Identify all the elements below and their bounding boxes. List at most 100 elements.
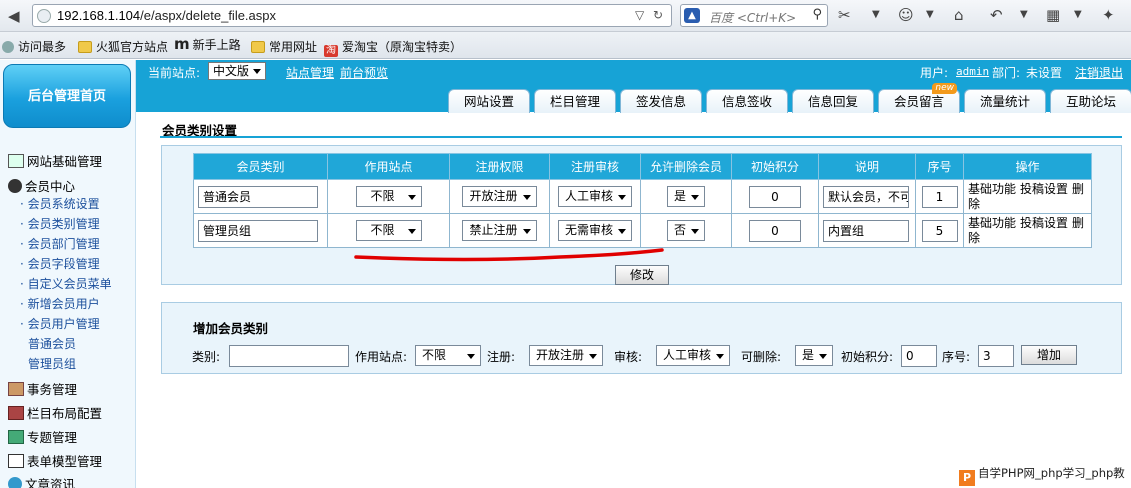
sidebar: 后台管理首页: [0, 60, 136, 488]
reload-icon[interactable]: ↻: [653, 8, 663, 22]
address-bar[interactable]: 192.168.1.104/e/aspx/delete_file.aspx ▽ …: [32, 4, 672, 27]
initial-points-input[interactable]: 0: [749, 219, 801, 242]
tab-member-messages[interactable]: 会员留言 new: [878, 83, 960, 113]
php-logo-icon: P: [959, 470, 975, 486]
gear-icon: [2, 41, 14, 53]
type-name-input[interactable]: 普通会员: [198, 185, 318, 208]
bookmark-aitaobao[interactable]: 淘爱淘宝（原淘宝特卖）: [324, 38, 462, 57]
extension-icon[interactable]: ✦: [1102, 6, 1115, 24]
preview-link[interactable]: 前台预览: [340, 64, 388, 81]
admin-home-button[interactable]: 后台管理首页: [3, 64, 131, 128]
sidebar-group-normal[interactable]: 普通会员: [28, 335, 76, 352]
site-select[interactable]: 中文版: [208, 62, 267, 80]
bookmark-common-sites[interactable]: 常用网址: [251, 38, 317, 55]
order-input[interactable]: 1: [921, 185, 958, 208]
logout-link[interactable]: 注销退出: [1075, 64, 1123, 81]
baidu-engine-icon[interactable]: ▲: [684, 8, 700, 23]
search-icon[interactable]: ⚲: [812, 7, 822, 22]
type-name-input[interactable]: 管理员组: [198, 219, 318, 242]
bookmark-newbie[interactable]: m 新手上路: [174, 35, 241, 53]
order-label: 序号:: [942, 350, 971, 364]
sidebar-sub-member-fields[interactable]: · 会员字段管理: [20, 255, 100, 272]
submission-settings-link[interactable]: 投稿设置: [1020, 216, 1068, 230]
site-select[interactable]: 不限: [355, 220, 422, 241]
add-button[interactable]: 增加: [1021, 345, 1077, 365]
sidebar-sub-new-user[interactable]: · 新增会员用户: [20, 295, 100, 312]
modify-button[interactable]: 修改: [615, 265, 669, 285]
sidebar-sub-member-dept[interactable]: · 会员部门管理: [20, 235, 100, 252]
register-audit-select[interactable]: 无需审核: [557, 220, 632, 241]
tab-receive-info[interactable]: 信息签收: [706, 89, 788, 113]
tab-issue-info[interactable]: 签发信息: [620, 89, 702, 113]
register-permission-select[interactable]: 禁止注册: [462, 220, 537, 241]
deletable-label: 可删除:: [741, 350, 782, 364]
home-icon[interactable]: ⌂: [954, 6, 964, 24]
basic-function-link[interactable]: 基础功能: [968, 182, 1016, 196]
register-permission-select[interactable]: 开放注册: [462, 186, 537, 207]
tab-site-settings[interactable]: 网站设置: [448, 89, 530, 113]
tab-forum[interactable]: 互助论坛: [1050, 89, 1131, 113]
initial-points-input[interactable]: 0: [749, 185, 801, 208]
col-header: 会员类别: [193, 153, 328, 180]
site-select[interactable]: 不限: [355, 186, 422, 207]
sidebar-item-affairs[interactable]: 事务管理: [8, 379, 77, 398]
admin-topbar: 当前站点: 中文版 站点管理 前台预览 用户: admin 部门: 未设置 注销…: [136, 60, 1131, 84]
description-input[interactable]: 内置组: [823, 219, 909, 242]
sidebar-item-articles[interactable]: 文章资讯: [8, 474, 75, 488]
sidebar-group-admin[interactable]: 管理员组: [28, 355, 76, 372]
sidebar-item-member-center[interactable]: 会员中心: [8, 176, 75, 195]
dropdown-icon[interactable]: ▼: [872, 6, 880, 24]
new-order-input[interactable]: 3: [978, 345, 1014, 367]
new-site-select[interactable]: 不限: [415, 345, 481, 366]
sidebar-item-layout[interactable]: 栏目布局配置: [8, 403, 102, 422]
new-badge: new: [932, 83, 957, 94]
new-deletable-select[interactable]: 是: [795, 345, 834, 366]
dropdown-icon[interactable]: ▼: [1020, 6, 1028, 24]
table-row: 普通会员 不限 开放注册 人工审核 是 0 默认会员，不可 1 基础功能 投稿设置…: [193, 179, 1092, 214]
new-audit-select[interactable]: 人工审核: [656, 345, 731, 366]
sidebar-item-form-models[interactable]: 表单模型管理: [8, 451, 102, 470]
globe-icon: [37, 9, 51, 23]
dropdown-arrow-icon[interactable]: ▽: [635, 8, 644, 22]
screenshot-tool-icon[interactable]: ✂: [838, 6, 851, 24]
title-divider: [160, 136, 1122, 138]
description-input[interactable]: 默认会员，不可: [823, 185, 909, 208]
dropdown-icon[interactable]: ▼: [1074, 6, 1082, 24]
globe-icon: [8, 477, 22, 488]
col-header: 作用站点: [327, 153, 450, 180]
tab-traffic-stats[interactable]: 流量统计: [964, 89, 1046, 113]
allow-delete-select[interactable]: 是: [666, 186, 705, 207]
back-icon[interactable]: ◀: [8, 7, 20, 25]
site-manage-link[interactable]: 站点管理: [286, 64, 334, 81]
basic-function-link[interactable]: 基础功能: [968, 216, 1016, 230]
tab-reply-info[interactable]: 信息回复: [792, 89, 874, 113]
sidebar-sub-member-system[interactable]: · 会员系统设置: [20, 195, 100, 212]
search-box[interactable]: ▲ 百度 <Ctrl+K> ⚲: [680, 4, 828, 27]
people-icon: [8, 430, 24, 444]
sidebar-item-site-basic[interactable]: 网站基础管理: [8, 151, 102, 170]
allow-delete-select[interactable]: 否: [666, 220, 705, 241]
order-input[interactable]: 5: [921, 219, 958, 242]
sidebar-item-topics[interactable]: 专题管理: [8, 427, 77, 446]
undo-icon[interactable]: ↶: [990, 6, 1003, 24]
tools-icon: [8, 406, 24, 420]
user-name-link[interactable]: admin: [956, 65, 989, 78]
bookmark-firefox-site[interactable]: 火狐官方站点: [78, 38, 168, 55]
apps-grid-icon[interactable]: ▦: [1046, 6, 1060, 24]
sidebar-sub-user-manage[interactable]: · 会员用户管理: [20, 315, 100, 332]
m-logo-icon: m: [174, 35, 190, 53]
submission-settings-link[interactable]: 投稿设置: [1020, 182, 1068, 196]
users-icon: [8, 179, 22, 193]
register-audit-select[interactable]: 人工审核: [557, 186, 632, 207]
bookmark-most-visited[interactable]: 访问最多: [2, 38, 66, 55]
col-header: 序号: [915, 153, 964, 180]
sidebar-sub-custom-menu[interactable]: · 自定义会员菜单: [20, 275, 112, 292]
sidebar-sub-member-type[interactable]: · 会员类别管理: [20, 215, 100, 232]
new-type-input[interactable]: [229, 345, 349, 367]
add-section-title: 增加会员类别: [193, 321, 269, 336]
new-points-input[interactable]: 0: [901, 345, 937, 367]
new-register-select[interactable]: 开放注册: [529, 345, 604, 366]
dropdown-icon[interactable]: ▼: [926, 6, 934, 24]
tab-column-manage[interactable]: 栏目管理: [534, 89, 616, 113]
addon-face-icon[interactable]: ☺: [898, 6, 914, 24]
